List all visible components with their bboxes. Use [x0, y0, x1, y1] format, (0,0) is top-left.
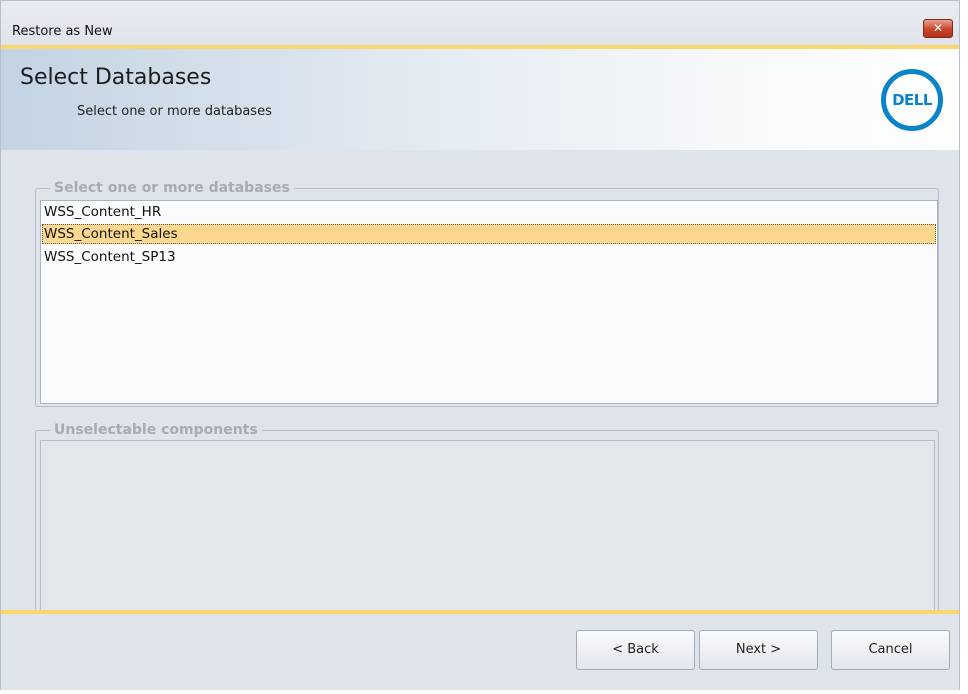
- list-item-wss-content-sp13[interactable]: WSS_Content_SP13: [42, 247, 936, 267]
- cancel-button[interactable]: Cancel: [831, 630, 950, 670]
- dell-logo: DELL: [881, 69, 943, 131]
- page-title: Select Databases: [20, 65, 212, 90]
- restore-wizard-window: Restore as New ✕ Select Databases Select…: [0, 0, 960, 690]
- page-subtitle: Select one or more databases: [77, 104, 272, 119]
- list-item-wss-content-sales[interactable]: WSS_Content_Sales: [42, 224, 936, 244]
- next-button[interactable]: Next >: [699, 630, 818, 670]
- unselectable-components-list: [40, 440, 935, 612]
- list-item-wss-content-hr[interactable]: WSS_Content_HR: [42, 202, 936, 222]
- unselectable-group-legend: Unselectable components: [50, 422, 262, 438]
- footer-divider: [1, 610, 959, 614]
- close-icon[interactable]: ✕: [923, 19, 953, 38]
- title-bar[interactable]: Restore as New ✕: [1, 1, 959, 45]
- back-button[interactable]: < Back: [576, 630, 695, 670]
- databases-listbox[interactable]: WSS_Content_HR WSS_Content_Sales WSS_Con…: [40, 200, 938, 404]
- databases-group-legend: Select one or more databases: [50, 180, 294, 196]
- window-title: Restore as New: [12, 24, 113, 39]
- wizard-header: Select Databases Select one or more data…: [1, 49, 959, 150]
